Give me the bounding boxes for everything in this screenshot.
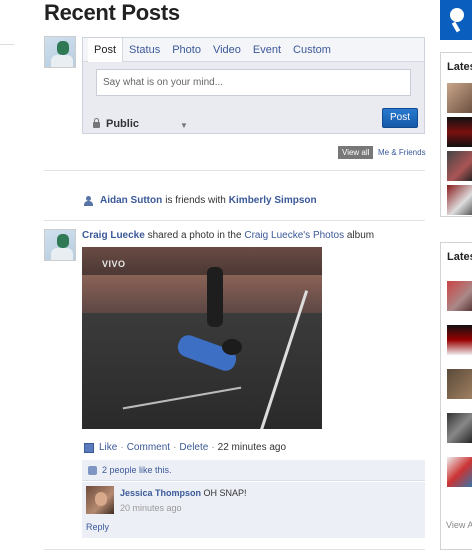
sidebar-thumbnail[interactable]: [447, 117, 472, 147]
tab-photo[interactable]: Photo: [166, 38, 207, 62]
sidebar-thumbnail[interactable]: [447, 413, 472, 443]
divider: [44, 549, 425, 550]
friendship-activity: Aidan Sutton is friends with Kimberly Si…: [84, 195, 317, 206]
tab-custom[interactable]: Custom: [287, 38, 337, 62]
activity-verb: is friends with: [165, 195, 226, 206]
separator: ·: [173, 442, 177, 453]
post-actions: Like · Comment · Delete · 22 minutes ago: [84, 442, 286, 453]
separator: ·: [211, 442, 215, 453]
comment-text: OH SNAP!: [203, 488, 247, 498]
reply-link[interactable]: Reply: [86, 522, 109, 532]
post-author-avatar[interactable]: [44, 229, 76, 261]
sidebar-thumbnail[interactable]: [447, 151, 472, 181]
likes-link[interactable]: 2 people like this.: [102, 465, 172, 475]
current-user-avatar[interactable]: [44, 36, 76, 68]
comment-author-link[interactable]: Jessica Thompson: [120, 488, 201, 498]
divider: [44, 220, 425, 221]
post-type-icon: [84, 442, 94, 453]
commenter-avatar[interactable]: [86, 486, 114, 514]
app-logo-icon[interactable]: [440, 0, 472, 40]
tab-status[interactable]: Status: [123, 38, 166, 62]
page-title: Recent Posts: [44, 0, 180, 25]
friends-icon: [84, 195, 94, 206]
chevron-down-icon[interactable]: ▼: [180, 121, 188, 130]
comment-timestamp: 20 minutes ago: [120, 503, 182, 513]
thumbs-up-icon: [88, 465, 97, 475]
delete-link[interactable]: Delete: [179, 442, 208, 453]
view-all-filter[interactable]: View all: [338, 146, 374, 159]
user-link[interactable]: Aidan Sutton: [100, 195, 162, 206]
sidebar-thumbnail[interactable]: [447, 83, 472, 113]
tab-post[interactable]: Post: [88, 37, 124, 62]
photo-watermark: VIVO: [102, 259, 126, 269]
post-text: shared a photo in the: [147, 230, 242, 241]
lock-icon: [93, 118, 100, 128]
me-friends-filter[interactable]: Me & Friends: [378, 148, 426, 157]
comment: Jessica Thompson OH SNAP! 20 minutes ago: [82, 482, 425, 518]
comment-link[interactable]: Comment: [127, 442, 170, 453]
likes-summary: 2 people like this.: [82, 460, 425, 481]
divider: [0, 44, 14, 45]
status-composer: Post Status Photo Video Event Custom Say…: [82, 37, 425, 134]
post-author-link[interactable]: Craig Luecke: [82, 230, 145, 241]
album-link[interactable]: Craig Luecke's Photos: [244, 230, 344, 241]
tab-video[interactable]: Video: [207, 38, 247, 62]
sidebar-thumbnail[interactable]: [447, 457, 472, 487]
divider: [44, 170, 425, 171]
composer-tabs: Post Status Photo Video Event Custom: [83, 37, 424, 62]
reply-bar: Reply: [82, 518, 425, 538]
sidebar-panel-latest: Latest: [440, 52, 472, 217]
sidebar-thumbnail[interactable]: [447, 281, 472, 311]
post-header: Craig Luecke shared a photo in the Craig…: [82, 230, 374, 241]
post-text: album: [346, 230, 375, 241]
like-link[interactable]: Like: [99, 442, 117, 453]
sidebar-heading: Latest: [447, 61, 472, 73]
sidebar-panel-latest-2: Latest: [440, 242, 472, 550]
user-link[interactable]: Kimberly Simpson: [229, 195, 317, 206]
sidebar-thumbnail[interactable]: [447, 185, 472, 215]
privacy-label: Public: [106, 118, 140, 130]
sidebar-heading: Latest: [447, 251, 472, 263]
tab-event[interactable]: Event: [247, 38, 287, 62]
separator: ·: [120, 442, 124, 453]
status-input[interactable]: Say what is on your mind...: [96, 69, 411, 96]
privacy-selector[interactable]: Public: [93, 118, 139, 130]
post-button[interactable]: Post: [382, 108, 418, 128]
sidebar-thumbnail[interactable]: [447, 369, 472, 399]
sidebar-thumbnail[interactable]: [447, 325, 472, 355]
post-timestamp: 22 minutes ago: [217, 442, 287, 453]
comment-line: Jessica Thompson OH SNAP!: [120, 488, 247, 498]
shared-photo[interactable]: VIVO: [82, 247, 322, 429]
sidebar-view-all-link[interactable]: View All: [446, 520, 472, 530]
